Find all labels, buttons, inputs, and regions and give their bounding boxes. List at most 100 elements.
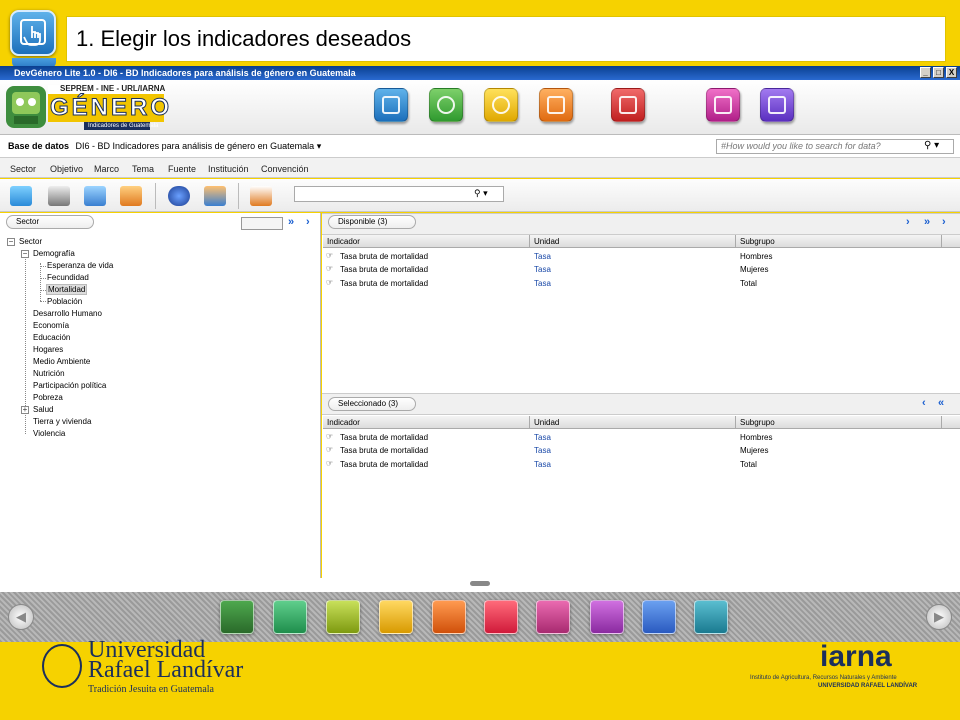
available-row-subgrupo[interactable]: Mujeres	[740, 265, 768, 274]
menu-institucion[interactable]: Institución	[208, 164, 249, 174]
copy-icon[interactable]	[706, 88, 740, 122]
selected-row-indicador[interactable]: Tasa bruta de mortalidad	[340, 433, 428, 442]
tree-node-economia[interactable]: Economía	[33, 321, 69, 330]
menu-tema[interactable]: Tema	[132, 164, 154, 174]
selected-row-unidad[interactable]: Tasa	[534, 460, 551, 469]
selected-row-subgrupo[interactable]: Hombres	[740, 433, 772, 442]
col-unidad[interactable]: Unidad	[530, 416, 736, 429]
database-import-icon[interactable]	[84, 186, 106, 206]
minimize-button[interactable]: _	[920, 67, 931, 78]
search-input[interactable]: #How would you like to search for data?	[716, 139, 954, 154]
menu-marco[interactable]: Marco	[94, 164, 119, 174]
maximize-button[interactable]: □	[933, 67, 944, 78]
toolbar-combo-input[interactable]	[294, 186, 504, 202]
print-icon[interactable]	[48, 186, 70, 206]
tree-node-violencia[interactable]: Violencia	[33, 429, 65, 438]
tree-node-medio-ambiente[interactable]: Medio Ambiente	[33, 357, 90, 366]
selected-row-subgrupo[interactable]: Total	[740, 460, 757, 469]
tree-expander-sector[interactable]: −	[7, 238, 15, 246]
add-one-icon[interactable]: ›	[906, 216, 910, 228]
tree-node-sector[interactable]: Sector	[19, 237, 42, 246]
selected-row-unidad[interactable]: Tasa	[534, 433, 551, 442]
available-row-unidad[interactable]: Tasa	[534, 265, 551, 274]
sector-pill[interactable]: Sector	[6, 215, 94, 229]
help-icon[interactable]	[273, 600, 307, 634]
tree-node-poblacion[interactable]: Población	[47, 297, 82, 306]
puzzle-icon[interactable]	[484, 600, 518, 634]
add-next-icon[interactable]: ›	[942, 216, 946, 228]
add-all-icon[interactable]: »	[924, 216, 930, 228]
sitemap-icon[interactable]	[642, 600, 676, 634]
combo-search-icon[interactable]: ⚲ ▾	[474, 188, 488, 199]
dock-prev-icon[interactable]: ◀	[8, 604, 34, 630]
database-selector[interactable]: DI6 - BD Indicadores para análisis de gé…	[76, 141, 315, 151]
pages-icon[interactable]	[694, 600, 728, 634]
tree-node-nutricion[interactable]: Nutrición	[33, 369, 65, 378]
refresh-icon[interactable]	[204, 186, 226, 206]
genero-mascot-icon[interactable]	[220, 600, 254, 634]
database-export-icon[interactable]	[120, 186, 142, 206]
tree-node-participacion-politica[interactable]: Participación política	[33, 381, 106, 390]
available-row-indicador[interactable]: Tasa bruta de mortalidad	[340, 252, 428, 261]
tree-expander-salud[interactable]: +	[21, 406, 29, 414]
tree-node-salud[interactable]: Salud	[33, 405, 53, 414]
selected-row-subgrupo[interactable]: Mujeres	[740, 446, 768, 455]
selected-pill[interactable]: Seleccionado (3)	[328, 397, 416, 411]
tree-node-desarrollo-humano[interactable]: Desarrollo Humano	[33, 309, 102, 318]
tools-icon[interactable]	[326, 600, 360, 634]
available-row-indicador[interactable]: Tasa bruta de mortalidad	[340, 279, 428, 288]
tree-node-hogares[interactable]: Hogares	[33, 345, 63, 354]
tree-node-educacion[interactable]: Educación	[33, 333, 70, 342]
close-button[interactable]: X	[946, 67, 957, 78]
menu-fuente[interactable]: Fuente	[168, 164, 196, 174]
row-indicator-icon: ☞	[326, 278, 334, 287]
notes-icon[interactable]	[250, 186, 272, 206]
selected-row-unidad[interactable]: Tasa	[534, 446, 551, 455]
available-row-indicador[interactable]: Tasa bruta de mortalidad	[340, 265, 428, 274]
available-row-subgrupo[interactable]: Hombres	[740, 252, 772, 261]
search-icon[interactable]: ⚲ ▾	[924, 140, 939, 151]
selected-row-indicador[interactable]: Tasa bruta de mortalidad	[340, 460, 428, 469]
available-row-unidad[interactable]: Tasa	[534, 279, 551, 288]
menu-sector[interactable]: Sector	[10, 164, 36, 174]
select-indicators-icon[interactable]	[374, 88, 408, 122]
col-subgrupo[interactable]: Subgrupo	[736, 416, 942, 429]
network-icon[interactable]	[590, 600, 624, 634]
info-icon[interactable]	[168, 186, 190, 206]
tree-node-esperanza-de-vida[interactable]: Esperanza de vida	[47, 261, 113, 270]
expand-all-icon[interactable]: »	[288, 216, 294, 228]
available-row-subgrupo[interactable]: Total	[740, 279, 757, 288]
video-icon[interactable]	[379, 600, 413, 634]
col-subgrupo[interactable]: Subgrupo	[736, 235, 942, 248]
selected-row-indicador[interactable]: Tasa bruta de mortalidad	[340, 446, 428, 455]
available-pill[interactable]: Disponible (3)	[328, 215, 416, 229]
database-dropdown-icon[interactable]: ▾	[317, 141, 322, 151]
available-row-unidad[interactable]: Tasa	[534, 252, 551, 261]
tree-node-demografia[interactable]: Demografía	[33, 249, 75, 258]
tree-node-tierra-y-vivienda[interactable]: Tierra y vivienda	[33, 417, 91, 426]
globe-icon[interactable]	[429, 88, 463, 122]
bar-chart-icon[interactable]	[539, 88, 573, 122]
move-right-icon[interactable]: ›	[306, 216, 310, 228]
tree-tools-icon[interactable]	[241, 217, 283, 230]
check-icon[interactable]	[484, 88, 518, 122]
col-indicador[interactable]: Indicador	[323, 235, 530, 248]
document-icon[interactable]	[760, 88, 794, 122]
menu-objetivo[interactable]: Objetivo	[50, 164, 83, 174]
layout-icon[interactable]	[536, 600, 570, 634]
table-icon[interactable]	[611, 88, 645, 122]
hand-pointer-badge-icon	[10, 10, 56, 56]
remove-all-icon[interactable]: «	[938, 397, 944, 409]
tree-node-mortalidad-selected[interactable]: Mortalidad	[46, 284, 88, 295]
tree-expander-demografia[interactable]: −	[21, 250, 29, 258]
book-icon[interactable]	[432, 600, 466, 634]
remove-one-icon[interactable]: ‹	[922, 397, 926, 409]
tree-node-fecundidad[interactable]: Fecundidad	[47, 273, 89, 282]
open-folder-icon[interactable]	[10, 186, 32, 206]
col-unidad[interactable]: Unidad	[530, 235, 736, 248]
menu-convencion[interactable]: Convención	[261, 164, 309, 174]
dock-next-icon[interactable]: ▶	[926, 604, 952, 630]
col-indicador[interactable]: Indicador	[323, 416, 530, 429]
tree-node-pobreza[interactable]: Pobreza	[33, 393, 63, 402]
splitter-handle[interactable]	[470, 581, 490, 586]
